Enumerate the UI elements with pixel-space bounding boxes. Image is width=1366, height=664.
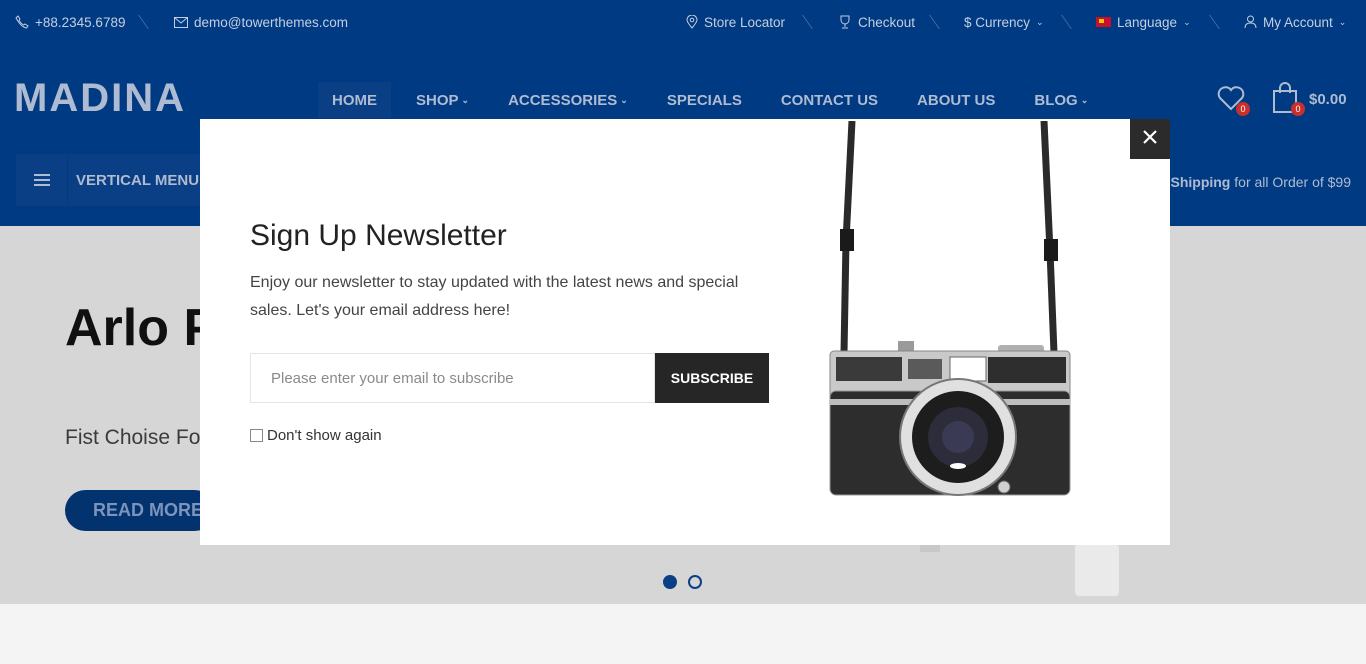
modal-description: Enjoy our newsletter to stay updated wit… bbox=[250, 274, 739, 319]
dont-show-label: Don't show again bbox=[267, 427, 382, 444]
modal-title: Sign Up Newsletter bbox=[250, 219, 507, 252]
camera-image bbox=[820, 120, 1090, 501]
close-button[interactable] bbox=[1130, 119, 1170, 159]
newsletter-modal: Sign Up Newsletter Enjoy our newsletter … bbox=[200, 119, 1170, 545]
email-input[interactable] bbox=[250, 353, 655, 403]
dont-show-option[interactable]: Don't show again bbox=[250, 427, 382, 444]
dont-show-checkbox[interactable] bbox=[250, 429, 263, 442]
close-icon bbox=[1143, 129, 1157, 149]
subscribe-button[interactable]: SUBSCRIBE bbox=[655, 353, 769, 403]
